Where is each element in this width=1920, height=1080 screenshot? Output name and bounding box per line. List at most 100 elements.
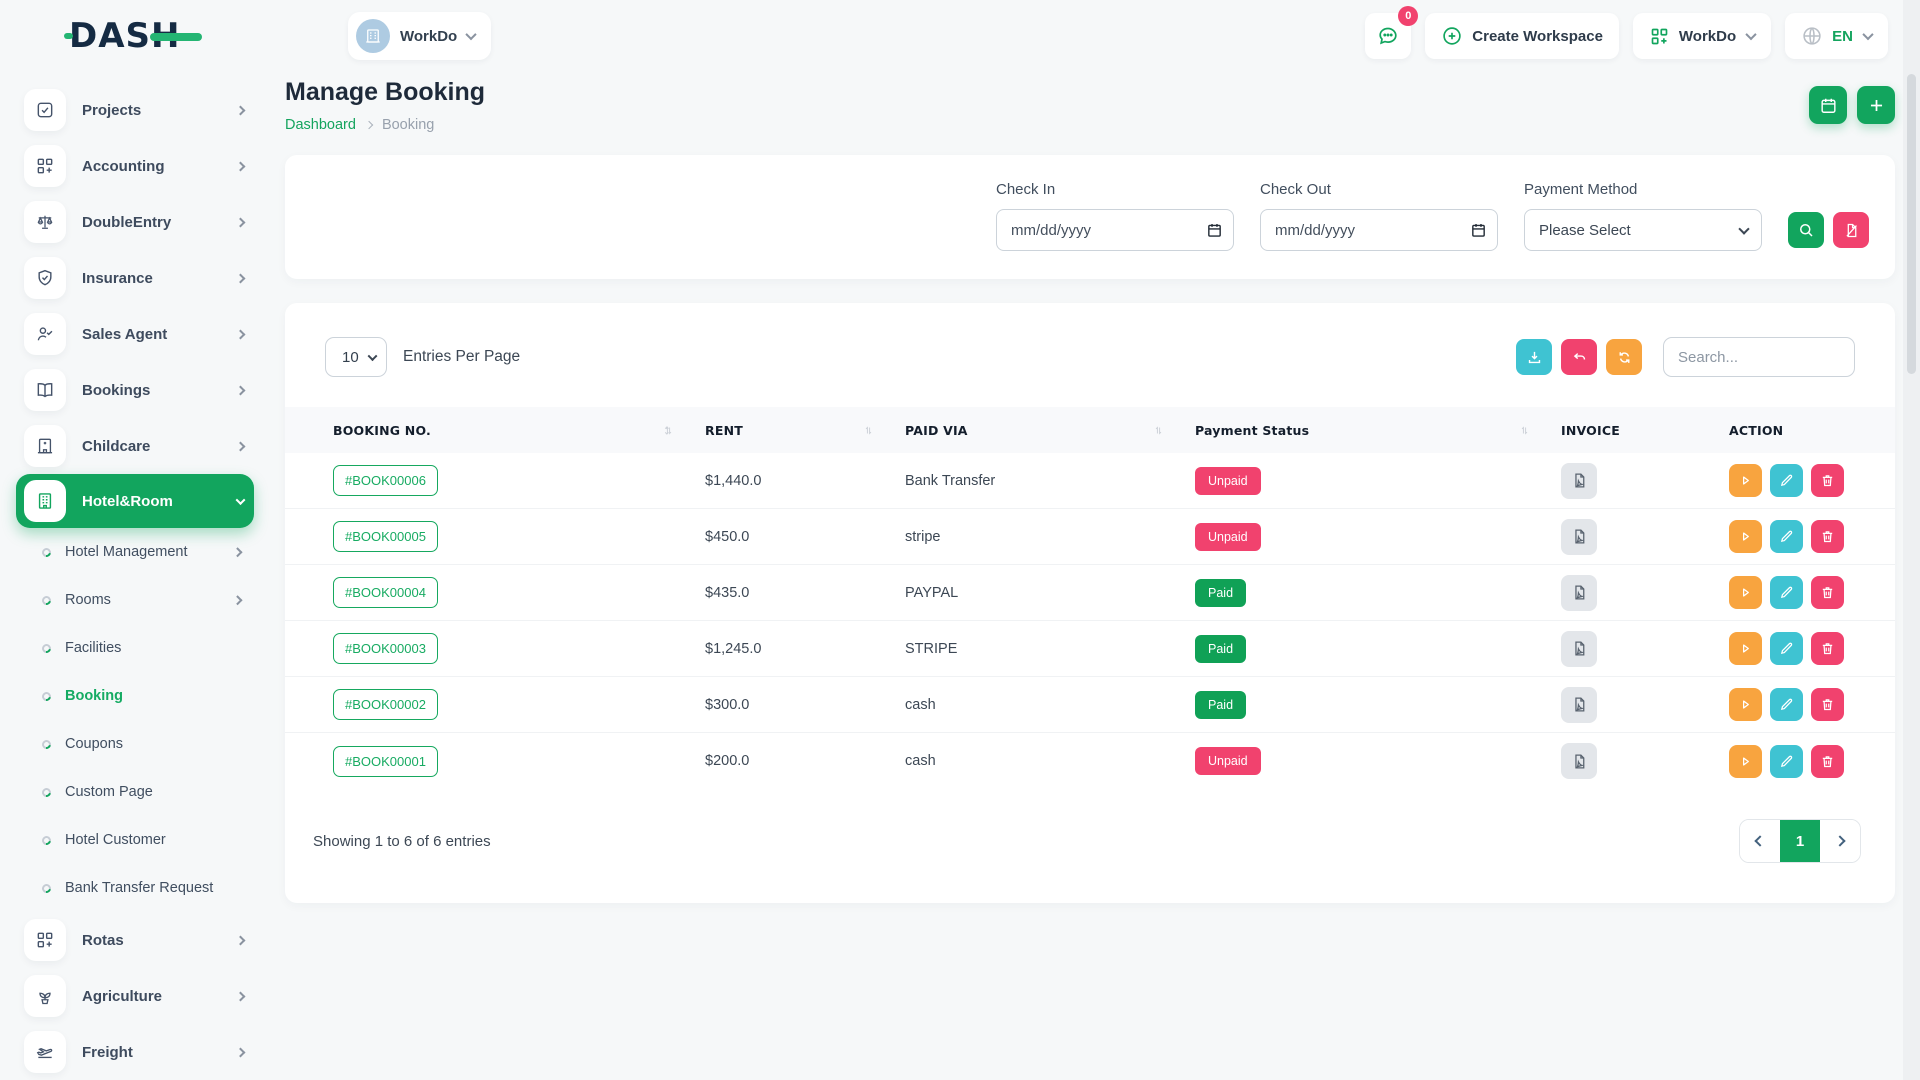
delete-booking-button[interactable] xyxy=(1811,576,1844,609)
entries-per-page-select[interactable]: 10 xyxy=(325,337,387,377)
edit-booking-button[interactable] xyxy=(1770,688,1803,721)
delete-booking-button[interactable] xyxy=(1811,520,1844,553)
plane-icon xyxy=(24,1031,66,1073)
invoice-pdf-button[interactable] xyxy=(1561,575,1597,611)
sort-icon xyxy=(862,424,875,437)
delete-booking-button[interactable] xyxy=(1811,632,1844,665)
edit-booking-button[interactable] xyxy=(1770,520,1803,553)
view-booking-button[interactable] xyxy=(1729,632,1762,665)
sidebar-item-bookings[interactable]: Bookings xyxy=(16,362,254,418)
sort-icon xyxy=(1518,424,1531,437)
trash-icon xyxy=(1820,529,1835,544)
delete-booking-button[interactable] xyxy=(1811,745,1844,778)
sidebar-item-rotas[interactable]: Rotas xyxy=(16,912,254,968)
add-booking-button[interactable] xyxy=(1857,86,1895,124)
breadcrumb-dashboard-link[interactable]: Dashboard xyxy=(285,117,356,133)
sidebar-subitem-coupons[interactable]: Coupons xyxy=(16,720,254,768)
payment-status-badge: Unpaid xyxy=(1195,467,1261,495)
invoice-pdf-button[interactable] xyxy=(1561,631,1597,667)
scrollbar[interactable] xyxy=(1903,0,1920,1080)
pagination-page-1[interactable]: 1 xyxy=(1780,820,1820,862)
delete-booking-button[interactable] xyxy=(1811,688,1844,721)
row-actions xyxy=(1729,576,1855,609)
view-booking-button[interactable] xyxy=(1729,520,1762,553)
sidebar-subitem-rooms[interactable]: Rooms xyxy=(16,576,254,624)
export-button[interactable] xyxy=(1516,339,1552,375)
sidebar-item-projects[interactable]: Projects xyxy=(16,82,254,138)
rent-cell: $300.0 xyxy=(705,697,905,713)
workdo-menu-button[interactable]: WorkDo xyxy=(1633,13,1771,59)
sidebar-item-hotel-room[interactable]: Hotel&Room xyxy=(16,474,254,528)
chevron-down-icon xyxy=(1862,29,1873,40)
row-actions xyxy=(1729,464,1855,497)
edit-booking-button[interactable] xyxy=(1770,745,1803,778)
payment-status-badge: Unpaid xyxy=(1195,523,1261,551)
sidebar-item-accounting[interactable]: Accounting xyxy=(16,138,254,194)
invoice-pdf-button[interactable] xyxy=(1561,687,1597,723)
check-out-label: Check Out xyxy=(1260,181,1498,198)
check-in-label: Check In xyxy=(996,181,1234,198)
sidebar-subitem-booking[interactable]: Booking xyxy=(16,672,254,720)
column-header-booking-no[interactable]: BOOKING NO. xyxy=(333,423,705,438)
sidebar-subitem-hotel-management[interactable]: Hotel Management xyxy=(16,528,254,576)
language-selector[interactable]: EN xyxy=(1785,13,1888,59)
payment-method-label: Payment Method xyxy=(1524,181,1762,198)
play-icon xyxy=(1738,585,1753,600)
bullet-icon xyxy=(40,738,53,751)
sidebar-item-agriculture[interactable]: Agriculture xyxy=(16,968,254,1024)
sidebar-item-sales-agent[interactable]: Sales Agent xyxy=(16,306,254,362)
workspace-switcher[interactable]: WorkDo xyxy=(348,12,491,60)
filter-search-button[interactable] xyxy=(1788,212,1824,248)
pagination-prev-button[interactable] xyxy=(1740,820,1780,862)
table-row: #BOOK00002 $300.0 cash Paid xyxy=(285,677,1895,733)
invoice-pdf-button[interactable] xyxy=(1561,519,1597,555)
pdf-file-icon xyxy=(1571,528,1588,545)
payment-method-select[interactable]: Please Select xyxy=(1524,209,1762,251)
edit-booking-button[interactable] xyxy=(1770,464,1803,497)
calendar-view-button[interactable] xyxy=(1809,86,1847,124)
sidebar-item-childcare[interactable]: Childcare xyxy=(16,418,254,474)
edit-booking-button[interactable] xyxy=(1770,576,1803,609)
invoice-pdf-button[interactable] xyxy=(1561,463,1597,499)
sidebar-subitem-bank-transfer-request[interactable]: Bank Transfer Request xyxy=(16,864,254,912)
sidebar-item-freight[interactable]: Freight xyxy=(16,1024,254,1080)
create-workspace-button[interactable]: Create Workspace xyxy=(1425,13,1619,59)
column-header-payment-status[interactable]: Payment Status xyxy=(1195,423,1561,438)
sidebar-subitem-facilities[interactable]: Facilities xyxy=(16,624,254,672)
messages-button[interactable]: 0 xyxy=(1365,13,1411,59)
refresh-icon xyxy=(1616,349,1633,366)
scrollbar-thumb[interactable] xyxy=(1907,74,1916,374)
topbar: DASH WorkDo 0 Create Workspace WorkDo EN xyxy=(0,0,1920,72)
view-booking-button[interactable] xyxy=(1729,576,1762,609)
sidebar-subitem-custom-page[interactable]: Custom Page xyxy=(16,768,254,816)
sidebar-item-insurance[interactable]: Insurance xyxy=(16,250,254,306)
invoice-pdf-button[interactable] xyxy=(1561,743,1597,779)
check-out-input[interactable] xyxy=(1260,209,1498,251)
chevron-right-icon xyxy=(365,121,373,129)
play-icon xyxy=(1738,754,1753,769)
check-in-input[interactable] xyxy=(996,209,1234,251)
pencil-icon xyxy=(1779,585,1794,600)
bullet-icon xyxy=(40,690,53,703)
refresh-button[interactable] xyxy=(1606,339,1642,375)
sidebar-item-doubleentry[interactable]: DoubleEntry xyxy=(16,194,254,250)
table-search-input[interactable] xyxy=(1663,337,1855,377)
view-booking-button[interactable] xyxy=(1729,688,1762,721)
sort-icon xyxy=(1152,424,1165,437)
pagination-next-button[interactable] xyxy=(1820,820,1860,862)
edit-booking-button[interactable] xyxy=(1770,632,1803,665)
row-actions xyxy=(1729,520,1855,553)
filter-reset-button[interactable] xyxy=(1833,212,1869,248)
undo-button[interactable] xyxy=(1561,339,1597,375)
sidebar-subitem-hotel-customer[interactable]: Hotel Customer xyxy=(16,816,254,864)
column-header-rent[interactable]: RENT xyxy=(705,423,905,438)
pencil-icon xyxy=(1779,697,1794,712)
person-check-icon xyxy=(24,313,66,355)
delete-booking-button[interactable] xyxy=(1811,464,1844,497)
view-booking-button[interactable] xyxy=(1729,464,1762,497)
table-row: #BOOK00004 $435.0 PAYPAL Paid xyxy=(285,565,1895,621)
column-header-paid-via[interactable]: PAID VIA xyxy=(905,423,1195,438)
table-header-row: BOOKING NO. RENT PAID VIA Payment Status… xyxy=(285,407,1895,453)
column-header-action: ACTION xyxy=(1729,423,1855,438)
view-booking-button[interactable] xyxy=(1729,745,1762,778)
